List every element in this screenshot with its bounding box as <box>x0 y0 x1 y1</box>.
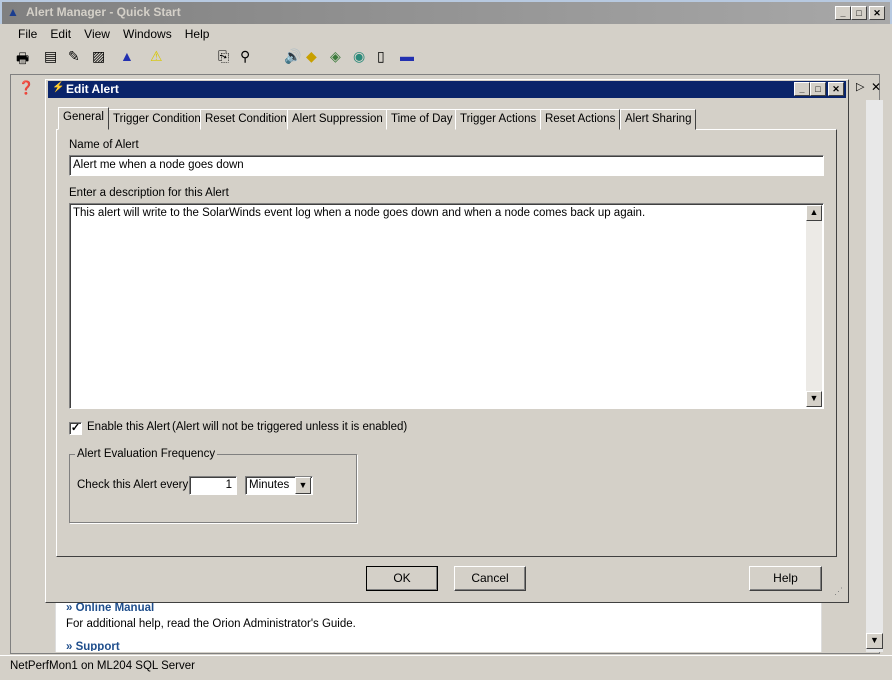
tab-alert-suppression[interactable]: Alert Suppression <box>287 109 388 130</box>
dialog-minimize-button[interactable]: _ <box>794 82 810 96</box>
frequency-input[interactable]: 1 <box>189 476 237 495</box>
dialog-close-button[interactable]: ✕ <box>828 82 844 96</box>
console-icon[interactable]: ▬ <box>400 48 414 64</box>
dialog-title: Edit Alert <box>66 82 119 96</box>
frequency-unit-value: Minutes <box>249 479 290 491</box>
tab-alert-sharing[interactable]: Alert Sharing <box>620 109 697 130</box>
enable-alert-label[interactable]: Enable this Alert <box>87 421 170 433</box>
app-title: Alert Manager - Quick Start <box>26 5 181 19</box>
menu-view[interactable]: View <box>84 27 110 41</box>
menu-edit[interactable]: Edit <box>50 27 71 41</box>
scroll-down-button[interactable]: ▼ <box>806 391 822 407</box>
tab-trigger-actions[interactable]: Trigger Actions <box>455 109 542 130</box>
tab-reset-condition[interactable]: Reset Condition <box>200 109 292 130</box>
app-title-bar: ▲ Alert Manager - Quick Start <box>0 0 892 24</box>
menu-file[interactable]: File <box>18 27 37 41</box>
description-scrollbar[interactable] <box>806 205 822 407</box>
frequency-group-label: Alert Evaluation Frequency <box>75 448 218 460</box>
name-label: Name of Alert <box>69 139 139 151</box>
description-text: This alert will write to the SolarWinds … <box>73 207 646 219</box>
dialog-title-bar: ⚡ Edit Alert <box>48 81 846 98</box>
status-bar: NetPerfMon1 on ML204 SQL Server <box>0 655 892 680</box>
find-icon[interactable]: ⚲ <box>240 48 250 65</box>
globe-icon[interactable]: ◉ <box>353 48 365 65</box>
cancel-button[interactable]: Cancel <box>454 566 526 591</box>
copy-icon[interactable]: ⎘ <box>218 48 229 65</box>
minimize-button[interactable]: _ <box>835 6 851 20</box>
route-icon[interactable]: ◆ <box>306 48 317 65</box>
enable-alert-checkbox[interactable]: ✓ <box>69 422 82 435</box>
maximize-button[interactable]: □ <box>851 6 867 20</box>
content-scrollbar[interactable] <box>866 100 883 652</box>
frequency-label: Check this Alert every <box>77 479 189 491</box>
network-icon[interactable]: ◈ <box>330 48 341 65</box>
enable-alert-note: (Alert will not be triggered unless it i… <box>172 421 408 433</box>
tab-general[interactable]: General <box>58 107 109 130</box>
next-arrow-icon[interactable]: ▷ <box>856 80 864 93</box>
description-label: Enter a description for this Alert <box>69 187 229 199</box>
dialog-icon: ⚡ <box>52 82 65 93</box>
description-textarea[interactable]: This alert will write to the SolarWinds … <box>69 203 824 409</box>
online-manual-desc: For additional help, read the Orion Admi… <box>66 618 356 630</box>
menu-bar: File Edit View Windows Help <box>18 27 219 41</box>
alert-icon[interactable]: ▲ <box>120 48 134 64</box>
tab-reset-actions[interactable]: Reset Actions <box>540 109 621 130</box>
edit-icon[interactable]: ✎ <box>68 48 80 65</box>
tab-time-of-day[interactable]: Time of Day <box>386 109 458 130</box>
dialog-maximize-button[interactable]: □ <box>810 82 826 96</box>
scroll-up-button[interactable]: ▲ <box>806 205 822 221</box>
help-button[interactable]: Help <box>749 566 822 591</box>
properties-icon[interactable]: ▤ <box>44 48 57 65</box>
tab-trigger-condition[interactable]: Trigger Condition <box>108 109 206 130</box>
resize-grip-icon[interactable]: ⋰ <box>834 586 843 597</box>
sound-icon[interactable]: 🔊 <box>284 48 301 65</box>
app-logo-icon: ▲ <box>7 5 19 19</box>
warning-icon[interactable]: ⚠ <box>150 48 163 65</box>
help-icon: ❓ <box>18 80 35 95</box>
chevron-down-icon[interactable]: ▼ <box>295 477 311 494</box>
close-panel-icon[interactable]: ✕ <box>871 80 881 94</box>
print-icon[interactable]: 🖶 <box>16 48 29 72</box>
support-link[interactable]: » Support <box>66 641 120 651</box>
note-icon[interactable]: ▨ <box>92 48 105 65</box>
scroll-down-button[interactable]: ▼ <box>866 633 883 649</box>
server-icon[interactable]: ▯ <box>377 48 385 65</box>
menu-help[interactable]: Help <box>185 27 210 41</box>
ok-button[interactable]: OK <box>366 566 438 591</box>
alert-name-input[interactable]: Alert me when a node goes down <box>69 155 824 176</box>
status-text: NetPerfMon1 on ML204 SQL Server <box>10 660 195 672</box>
close-button[interactable]: ✕ <box>869 6 885 20</box>
online-manual-link[interactable]: » Online Manual <box>66 602 154 614</box>
menu-windows[interactable]: Windows <box>123 27 172 41</box>
